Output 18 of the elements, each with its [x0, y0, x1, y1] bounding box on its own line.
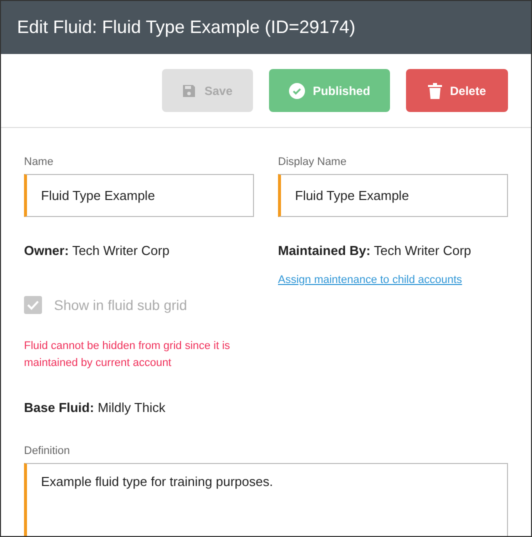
- trash-icon: [428, 82, 442, 98]
- base-fluid-text: Base Fluid: Mildly Thick: [24, 398, 166, 417]
- checkmark-icon: [27, 300, 39, 310]
- check-circle-icon: [288, 82, 305, 98]
- maintained-by-text: Maintained By: Tech Writer Corp: [278, 242, 472, 260]
- definition-field[interactable]: Example fluid type for training purposes.: [24, 462, 508, 536]
- field-label: Display Name: [278, 155, 348, 170]
- text-field[interactable]: Fluid Type Example: [24, 174, 254, 216]
- published-button[interactable]: Published: [269, 69, 390, 112]
- owner-text: Owner: Tech Writer Corp: [24, 242, 170, 258]
- window-title: Edit Fluid: Fluid Type Example (ID=29174): [17, 16, 356, 39]
- text-field[interactable]: Fluid Type Example: [278, 174, 508, 216]
- field-label: Definition: [24, 444, 71, 459]
- field-label: Name: [24, 155, 54, 170]
- warning-text: Fluid cannot be hidden from grid since it is maintained by current account: [24, 338, 232, 370]
- assign-maintenance-link[interactable]: Assign maintenance to child accounts: [278, 272, 462, 288]
- checkbox-label: Show in fluid sub grid: [54, 296, 188, 315]
- delete-button[interactable]: Delete: [406, 69, 508, 112]
